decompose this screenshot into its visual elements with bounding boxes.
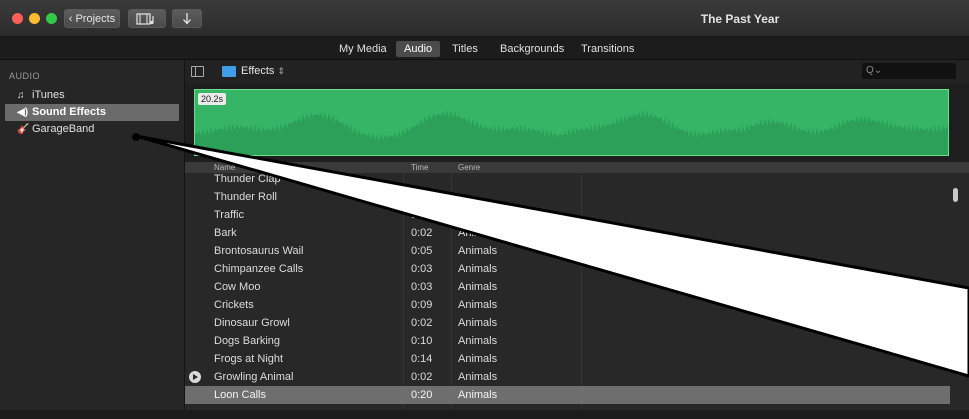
list-item[interactable]: Brontosaurus Wail 0:05 Animals	[185, 242, 950, 260]
sidebar-item-garageband[interactable]: 🎸 GarageBand	[5, 121, 179, 138]
cell-name: Dogs Barking	[214, 335, 281, 347]
cell-time: 0:02	[411, 317, 433, 329]
folder-icon	[222, 66, 236, 77]
list-item[interactable]: Dinosaur Growl 0:02 Animals	[185, 314, 950, 332]
list-item[interactable]: Crickets 0:09 Animals	[185, 296, 950, 314]
cell-name: Thunder Roll	[214, 191, 277, 203]
cell-name: Growling Animal	[214, 371, 294, 383]
list-item[interactable]: Bark 0:02 Animals	[185, 224, 950, 242]
list-item[interactable]: Cow Moo 0:03 Animals	[185, 278, 950, 296]
sidebar-item-itunes[interactable]: ♫ iTunes	[5, 87, 179, 104]
cell-genre: Animals	[458, 353, 498, 365]
sidebar-header: AUDIO	[9, 71, 41, 81]
tab-titles[interactable]: Titles	[444, 41, 486, 57]
cell-name: Brontosaurus Wail	[214, 245, 304, 257]
cell-genre: Animals	[458, 335, 498, 347]
cell-time: 0:10	[411, 335, 433, 347]
filmstrip-music-icon	[136, 12, 154, 25]
list-scrollbar[interactable]	[953, 188, 958, 202]
duration-badge: 20.2s	[198, 93, 227, 105]
list-item[interactable]: Thunder Roll	[185, 188, 950, 206]
cell-genre: Animals	[458, 299, 498, 311]
sidebar-toggle-icon[interactable]	[191, 66, 204, 77]
tab-transitions[interactable]: Transitions	[573, 41, 642, 57]
cell-time: 0:03	[411, 263, 433, 275]
music-note-icon: ♫	[17, 90, 25, 101]
bottom-strip	[0, 410, 969, 419]
fullscreen-window-button[interactable]	[46, 13, 57, 24]
cell-time: 1:03	[411, 209, 433, 221]
close-window-button[interactable]	[12, 13, 23, 24]
cell-genre: Animals	[458, 281, 498, 293]
guitar-icon: 🎸	[17, 124, 30, 135]
window-title: The Past Year	[700, 12, 780, 26]
audio-sidebar: AUDIO ♫ iTunes ◀) Sound Effects 🎸 GarageBan…	[0, 60, 185, 419]
sound-effects-list: Name Time Genre Thunder Clap Thunder Roll…	[185, 162, 969, 419]
folder-selector-label: Effects	[241, 65, 275, 77]
list-item[interactable]: Chimpanzee Calls 0:03 Animals	[185, 260, 950, 278]
list-item[interactable]: Loon Calls 0:20 Animals	[185, 386, 950, 404]
list-item[interactable]: Dogs Barking 0:10 Animals	[185, 332, 950, 350]
cell-name: Cow Moo	[214, 281, 261, 293]
cell-time: 0:02	[411, 227, 433, 239]
cell-genre: Animals	[458, 389, 498, 401]
cell-name: Thunder Clap	[214, 173, 281, 185]
projects-button[interactable]: ‹ Projects	[64, 9, 120, 28]
sidebar-item-label: Sound Effects	[32, 106, 106, 118]
tab-audio[interactable]: Audio	[396, 41, 441, 57]
folder-selector[interactable]: Effects ⇕	[241, 65, 285, 77]
waveform-preview[interactable]: 20.2s	[194, 89, 949, 156]
download-arrow-icon	[183, 13, 191, 25]
media-browser-button[interactable]	[128, 9, 166, 28]
cell-genre: Animals	[458, 245, 498, 257]
cell-time: 0:09	[411, 299, 433, 311]
speaker-icon: ◀)	[17, 107, 29, 118]
sidebar-item-sound-effects[interactable]: ◀) Sound Effects	[5, 104, 179, 121]
cell-name: Dinosaur Growl	[214, 317, 290, 329]
import-button[interactable]	[172, 9, 202, 28]
search-input[interactable]: Q⌄	[862, 63, 956, 79]
list-item[interactable]: Traffic 1:03	[185, 206, 950, 224]
cell-name: Bark	[214, 227, 237, 239]
projects-button-label: Projects	[75, 12, 116, 25]
list-item[interactable]: Thunder Clap	[185, 170, 950, 188]
cell-genre: Animals	[458, 263, 498, 275]
tab-backgrounds[interactable]: Backgrounds	[492, 41, 572, 57]
cell-genre: Animals	[458, 371, 498, 383]
cell-name: Loon Calls	[214, 389, 266, 401]
cell-time: 0:20	[411, 389, 433, 401]
updown-chevron-icon: ⇕	[277, 66, 286, 76]
cell-time: 0:14	[411, 353, 433, 365]
minimize-window-button[interactable]	[29, 13, 40, 24]
tab-my-media[interactable]: My Media	[331, 41, 395, 57]
cell-name: Crickets	[214, 299, 254, 311]
cell-name: Chimpanzee Calls	[214, 263, 304, 275]
browser-toolbar: Effects ⇕ Q⌄	[185, 60, 969, 84]
title-bar: ‹ Projects The Past Year	[0, 0, 969, 37]
cell-name: Frogs at Night	[214, 353, 284, 365]
cell-name: Traffic	[214, 209, 244, 221]
cell-genre: Animals	[458, 227, 498, 239]
cell-time: 0:02	[411, 371, 433, 383]
play-icon[interactable]	[189, 371, 201, 383]
list-item[interactable]: Frogs at Night 0:14 Animals	[185, 350, 950, 368]
chevron-left-icon: ‹	[68, 12, 73, 25]
cell-time: 0:03	[411, 281, 433, 293]
cell-genre: Animals	[458, 317, 498, 329]
sidebar-item-label: GarageBand	[32, 123, 95, 135]
media-tab-bar: My Media Audio Titles Backgrounds Transi…	[0, 37, 969, 60]
cell-time: 0:05	[411, 245, 433, 257]
list-item[interactable]: Growling Animal 0:02 Animals	[185, 368, 950, 386]
waveform-graph	[195, 109, 948, 155]
sidebar-item-label: iTunes	[32, 89, 65, 101]
